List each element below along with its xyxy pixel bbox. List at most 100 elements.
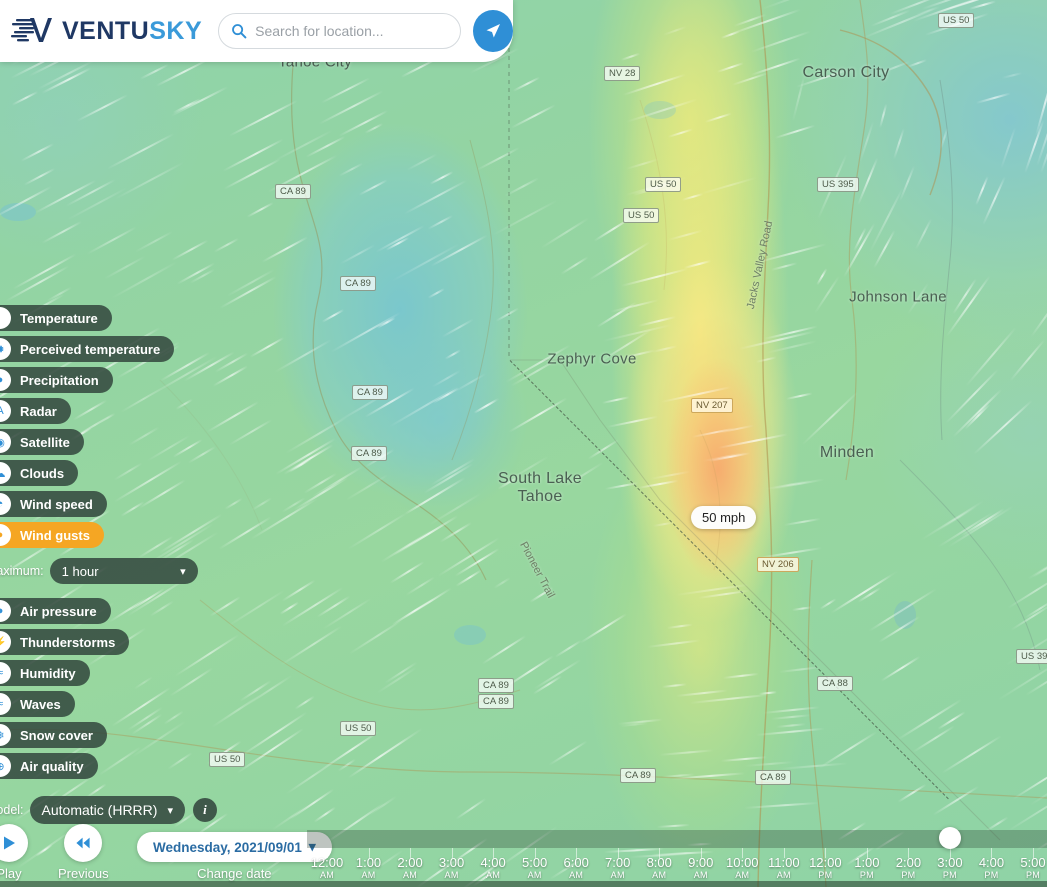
- layer-item-wind-gusts[interactable]: ● Wind gusts: [0, 522, 104, 548]
- time-hour-label[interactable]: 10:00 AM: [726, 856, 759, 881]
- search-box[interactable]: [218, 13, 462, 49]
- time-hour-meridiem: AM: [527, 870, 542, 880]
- layer-item-label: Radar: [20, 403, 57, 419]
- time-hour-meridiem: PM: [859, 870, 874, 880]
- maximum-select[interactable]: 1 hour ▾: [49, 558, 198, 584]
- map-place-label: Carson City: [802, 64, 890, 81]
- layer-item-temperature[interactable]: ♩ Temperature: [0, 305, 112, 331]
- time-hour-meridiem: AM: [693, 870, 708, 880]
- time-hour-value: 10:00: [726, 855, 759, 870]
- air-quality-icon: ⊕: [0, 755, 11, 777]
- previous-button[interactable]: [64, 824, 103, 862]
- layer-item-wind-speed[interactable]: ◔ Wind speed: [0, 491, 107, 517]
- layer-item-humidity[interactable]: ≈ Humidity: [0, 660, 90, 686]
- layer-item-label: Wind speed: [20, 496, 93, 512]
- time-hour-value: 12:00: [310, 855, 344, 870]
- layer-item-precipitation[interactable]: ● Precipitation: [0, 367, 113, 393]
- time-hour-value: 12:00: [809, 855, 842, 870]
- route-shield: CA 89: [351, 446, 387, 461]
- change-date-caption: Change date: [197, 866, 272, 881]
- play-button[interactable]: [0, 824, 28, 862]
- layer-item-radar[interactable]: A Radar: [0, 398, 71, 424]
- time-hour-value: 1:00: [355, 855, 382, 870]
- time-hour-label[interactable]: 12:00 AM: [311, 856, 344, 881]
- time-hour-label[interactable]: 4:00 PM: [979, 856, 1004, 881]
- time-hour-label[interactable]: 7:00 AM: [605, 856, 630, 881]
- maximum-row: Maximum: 1 hour ▾: [0, 558, 217, 584]
- time-hour-value: 11:00: [768, 855, 800, 870]
- date-picker-value: Wednesday, 2021/09/01: [153, 839, 302, 855]
- previous-caption: Previous: [58, 866, 109, 881]
- bottom-timeline-bar: Play Previous Wednesday, 2021/09/01 ▾ Ch…: [0, 815, 1047, 887]
- map-place-label: Minden: [819, 444, 875, 461]
- route-shield: US 395: [817, 177, 859, 192]
- time-hour-label[interactable]: 5:00 AM: [522, 856, 547, 881]
- snowflake-icon: ❄: [0, 724, 11, 746]
- time-hour-label[interactable]: 1:00 AM: [356, 856, 381, 881]
- time-hour-label[interactable]: 5:00 PM: [1020, 856, 1045, 881]
- layer-menu-bottom-group: ◑ Air pressure ⚡ Thunderstorms ≈ Humidity ≈ Wav…: [0, 598, 217, 784]
- maximum-label: Maximum:: [0, 564, 44, 578]
- time-hour-value: 8:00: [646, 855, 672, 870]
- search-input[interactable]: [255, 23, 461, 39]
- layer-menu-top-group: ♩ Temperature ✹ Perceived temperature ● Preci…: [0, 305, 217, 553]
- time-hour-meridiem: PM: [1025, 870, 1041, 880]
- layer-item-satellite[interactable]: ◉ Satellite: [0, 429, 84, 455]
- top-search-bar: VENTUSKY: [0, 0, 513, 62]
- time-hour-label[interactable]: 3:00 AM: [439, 856, 464, 881]
- layer-item-thunderstorms[interactable]: ⚡ Thunderstorms: [0, 629, 130, 655]
- navigate-arrow-icon: [486, 24, 501, 38]
- map-place-label: Johnson Lane: [849, 288, 947, 306]
- time-hour-label[interactable]: 9:00 AM: [688, 856, 713, 881]
- route-shield: CA 89: [275, 184, 311, 199]
- layer-item-snow-cover[interactable]: ❄ Snow cover: [0, 722, 107, 748]
- time-hour-label[interactable]: 1:00 PM: [854, 856, 879, 881]
- layer-item-label: Air pressure: [20, 603, 97, 619]
- layer-item-waves[interactable]: ≈ Waves: [0, 691, 75, 717]
- layer-menu: ♩ Temperature ✹ Perceived temperature ● Preci…: [0, 305, 217, 824]
- time-hour-label[interactable]: 11:00 AM: [768, 856, 800, 881]
- locate-me-button[interactable]: [473, 10, 513, 52]
- time-hour-label[interactable]: 4:00 AM: [480, 856, 505, 881]
- date-picker-button[interactable]: Wednesday, 2021/09/01 ▾: [137, 832, 332, 862]
- radar-icon: A: [0, 400, 11, 422]
- layer-item-perceived-temperature[interactable]: ✹ Perceived temperature: [0, 336, 175, 362]
- layer-item-label: Satellite: [20, 434, 70, 450]
- layer-item-clouds[interactable]: ☁ Clouds: [0, 460, 79, 486]
- route-shield: NV 207: [691, 398, 733, 413]
- perceived-temperature-icon: ✹: [0, 338, 11, 360]
- time-slider-handle[interactable]: [938, 827, 961, 849]
- satellite-icon: ◉: [0, 431, 11, 453]
- time-hour-label[interactable]: 2:00 PM: [896, 856, 921, 881]
- humidity-icon: ≈: [0, 662, 11, 684]
- layer-item-label: Precipitation: [20, 372, 99, 388]
- layer-item-air-quality[interactable]: ⊕ Air quality: [0, 753, 98, 779]
- time-hour-label[interactable]: 2:00 AM: [397, 856, 422, 881]
- time-slider[interactable]: 12:00 AM 1:00 AM 2:00 AM 3:00 AM 4:00 AM 5:00 AM 6:0…: [307, 815, 1047, 887]
- raindrop-icon: ●: [0, 369, 11, 391]
- route-shield: CA 89: [352, 385, 388, 400]
- time-hour-meridiem: AM: [319, 870, 335, 880]
- time-hour-label[interactable]: 3:00 PM: [937, 856, 962, 881]
- time-hour-meridiem: AM: [610, 870, 625, 880]
- time-hour-value: 4:00: [480, 855, 506, 870]
- route-shield: US 50: [938, 13, 975, 28]
- ventusky-logo[interactable]: VENTUSKY: [10, 16, 202, 46]
- layer-item-label: Temperature: [20, 310, 98, 326]
- layer-item-label: Snow cover: [20, 727, 93, 743]
- time-hour-label[interactable]: 12:00 PM: [809, 856, 842, 881]
- search-icon: [232, 24, 247, 39]
- time-hour-meridiem: AM: [776, 870, 791, 880]
- ventusky-app: Carson City Johnson Lane Minden Zephyr Cove…: [0, 0, 1047, 887]
- previous-control: Previous: [58, 824, 109, 881]
- time-hour-label[interactable]: 6:00 AM: [564, 856, 589, 881]
- lightning-icon: ⚡: [0, 631, 11, 653]
- time-hour-value: 3:00: [937, 855, 963, 870]
- time-hour-value: 6:00: [563, 855, 589, 870]
- layer-item-air-pressure[interactable]: ◑ Air pressure: [0, 598, 111, 624]
- time-slider-track[interactable]: [307, 830, 1047, 848]
- route-shield: CA 89: [620, 768, 656, 783]
- time-hour-label[interactable]: 8:00 AM: [647, 856, 672, 881]
- map-place-label: Zephyr Cove: [547, 350, 637, 368]
- wind-value-bubble[interactable]: 50 mph: [691, 506, 757, 529]
